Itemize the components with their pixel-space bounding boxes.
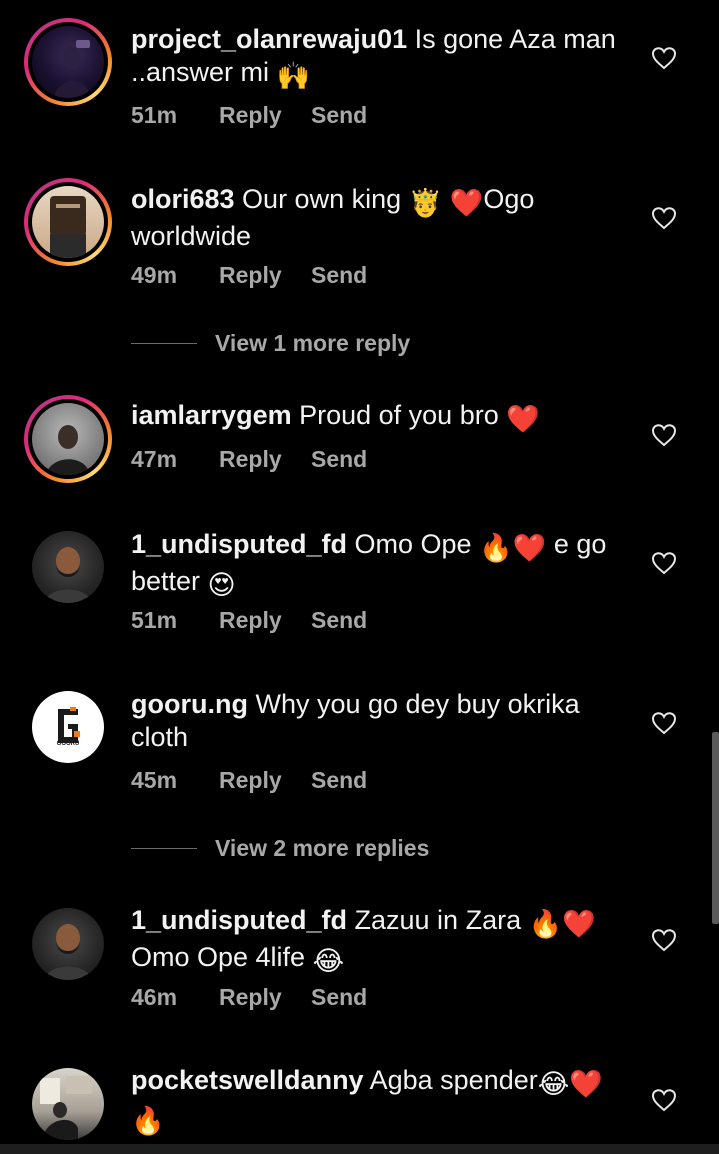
comment-time: 49m: [131, 262, 178, 288]
prince-emoji: 🤴: [408, 188, 443, 218]
comment-text: iamlarrygem Proud of you bro ❤️: [131, 399, 621, 436]
reply-button[interactable]: Reply: [219, 767, 311, 794]
bottom-edge-bar: [0, 1144, 719, 1154]
heart-outline-icon[interactable]: [651, 206, 677, 230]
comment-time: 45m: [131, 767, 178, 793]
avatar-image: [32, 26, 104, 98]
comment-text: 1_undisputed_fd Zazuu in Zara 🔥❤️ Omo Op…: [131, 904, 621, 978]
tears-of-joy-emoji: 😂: [312, 946, 345, 976]
comment-body: Omo Ope: [347, 529, 480, 559]
comment-time: 51m: [131, 607, 178, 633]
send-button[interactable]: Send: [311, 102, 367, 129]
reply-button[interactable]: Reply: [219, 102, 311, 129]
comment-meta: 51m Reply Send: [131, 102, 367, 129]
red-heart-emoji: ❤️: [569, 1069, 603, 1099]
comment-body: Zazuu in Zara: [347, 905, 529, 935]
avatar[interactable]: [24, 178, 112, 266]
avatar[interactable]: [24, 395, 112, 483]
comment-username[interactable]: 1_undisputed_fd: [131, 529, 347, 559]
fire-emoji: 🔥: [479, 533, 513, 563]
heart-outline-icon[interactable]: [651, 551, 677, 575]
avatar[interactable]: [24, 1060, 112, 1148]
tears-of-joy-emoji: 😂: [537, 1069, 570, 1099]
comment-text: gooru.ng Why you go dey buy okrika cloth: [131, 688, 621, 754]
comment-username[interactable]: gooru.ng: [131, 689, 248, 719]
heart-outline-icon[interactable]: [651, 928, 677, 952]
avatar[interactable]: [24, 18, 112, 106]
comment-username[interactable]: iamlarrygem: [131, 400, 292, 430]
avatar[interactable]: [24, 523, 112, 611]
avatar-image: [32, 531, 104, 603]
comment-username[interactable]: 1_undisputed_fd: [131, 905, 347, 935]
heart-outline-icon[interactable]: [651, 1088, 677, 1112]
comment-body-continued: Omo Ope 4life: [131, 942, 313, 972]
send-button[interactable]: Send: [311, 984, 367, 1011]
view-more-replies-button[interactable]: View 1 more reply: [131, 330, 410, 357]
comment-body: Our own king: [234, 184, 409, 214]
comment-text: olori683 Our own king 🤴 ❤️Ogo worldwide: [131, 183, 621, 253]
comment-body: Proud of you bro: [291, 400, 507, 430]
send-button[interactable]: Send: [311, 262, 367, 289]
comment-meta: 46m Reply Send: [131, 984, 367, 1011]
reply-button[interactable]: Reply: [219, 984, 311, 1011]
red-heart-emoji: ❤️: [449, 188, 484, 218]
avatar[interactable]: GOORU: [24, 683, 112, 771]
comment-text: pocketswelldanny Agba spender😂❤️ 🔥: [131, 1064, 621, 1138]
comment-time: 47m: [131, 446, 178, 472]
reply-button[interactable]: Reply: [219, 446, 311, 473]
comment-body: Agba spender: [363, 1065, 538, 1095]
red-heart-emoji: ❤️: [506, 404, 540, 434]
view-more-label: View 1 more reply: [215, 330, 411, 356]
comment-meta: 45m Reply Send: [131, 767, 367, 794]
red-heart-emoji: ❤️: [562, 909, 596, 939]
divider-line: [131, 848, 197, 849]
comment-time: 51m: [131, 102, 178, 128]
fire-emoji: 🔥: [131, 1106, 165, 1136]
send-button[interactable]: Send: [311, 767, 367, 794]
comment-meta: 47m Reply Send: [131, 446, 367, 473]
comment-username[interactable]: olori683: [131, 184, 235, 214]
view-more-label: View 2 more replies: [215, 835, 430, 861]
red-heart-emoji: ❤️: [512, 533, 547, 563]
comment-username[interactable]: project_olanrewaju01: [131, 24, 407, 54]
comment-meta: 49m Reply Send: [131, 262, 367, 289]
heart-eyes-emoji: 😍: [207, 570, 236, 600]
divider-line: [131, 343, 197, 344]
gooru-logo-text: GOORU: [56, 741, 80, 747]
reply-button[interactable]: Reply: [219, 262, 311, 289]
avatar[interactable]: [24, 900, 112, 988]
heart-outline-icon[interactable]: [651, 46, 677, 70]
comment-username[interactable]: pocketswelldanny: [131, 1065, 364, 1095]
send-button[interactable]: Send: [311, 607, 367, 634]
comment-meta: 51m Reply Send: [131, 607, 367, 634]
heart-outline-icon[interactable]: [651, 423, 677, 447]
comment-time: 46m: [131, 984, 178, 1010]
avatar-image: [32, 186, 104, 258]
gooru-logo-icon: GOORU: [32, 691, 104, 763]
fire-emoji: 🔥: [528, 909, 563, 939]
avatar-image: [32, 1068, 104, 1140]
reply-button[interactable]: Reply: [219, 607, 311, 634]
avatar-image: [32, 403, 104, 475]
comment-text: 1_undisputed_fd Omo Ope 🔥❤️ e go better …: [131, 528, 621, 602]
view-more-replies-button[interactable]: View 2 more replies: [131, 835, 429, 862]
heart-outline-icon[interactable]: [651, 711, 677, 735]
comment-text: project_olanrewaju01 Is gone Aza man ..a…: [131, 23, 621, 93]
raised-hands-emoji: 🙌: [276, 61, 311, 91]
avatar-image: [32, 908, 104, 980]
comments-screen: project_olanrewaju01 Is gone Aza man ..a…: [0, 0, 719, 1154]
send-button[interactable]: Send: [311, 446, 367, 473]
scrollbar[interactable]: [712, 732, 719, 924]
